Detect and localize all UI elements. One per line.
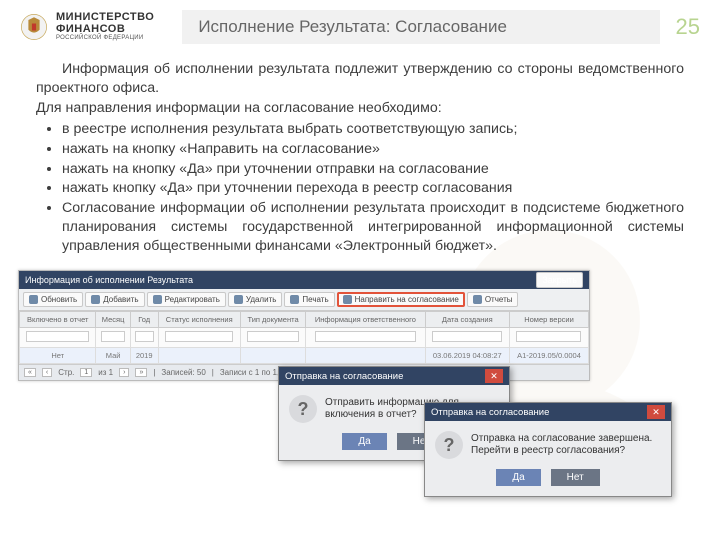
table-row[interactable]: Нет Май 2019 03.06.2019 04:08:27 А1-2019… [20, 348, 589, 364]
question-icon: ? [435, 431, 463, 459]
pager-label: Стр. [58, 368, 74, 377]
filter-input[interactable] [432, 331, 502, 342]
bullet-item: Согласование информации об исполнении ре… [62, 199, 684, 255]
paragraph-2: Для направления информации на согласован… [36, 99, 684, 118]
send-approval-button[interactable]: Направить на согласование [337, 292, 465, 307]
dialog-titlebar: Отправка на согласование ✕ [279, 367, 509, 385]
app-title-text: Информация об исполнении Результата [25, 275, 193, 285]
screenshot-block: Информация об исполнении Результата Закр… [18, 270, 702, 480]
pager-prev-button[interactable]: ‹ [42, 368, 52, 377]
filter-input[interactable] [135, 331, 154, 342]
dialog-send-done: Отправка на согласование ✕ ? Отправка на… [424, 402, 672, 497]
delete-button[interactable]: Удалить [228, 292, 283, 307]
col-header[interactable]: Статус исполнения [158, 312, 240, 328]
refresh-icon [29, 295, 38, 304]
filter-input[interactable] [101, 331, 126, 342]
app-window: Информация об исполнении Результата Закр… [18, 270, 590, 381]
records-per-page[interactable]: Записей: 50 [161, 368, 205, 377]
app-titlebar: Информация об исполнении Результата Закр… [19, 271, 589, 289]
col-header[interactable]: Номер версии [509, 312, 588, 328]
pencil-icon [153, 295, 162, 304]
filter-input[interactable] [165, 331, 233, 342]
col-header[interactable]: Включено в отчет [20, 312, 96, 328]
body-text: Информация об исполнении результата подл… [0, 50, 720, 262]
yes-button[interactable]: Да [342, 433, 386, 450]
yes-button[interactable]: Да [496, 469, 540, 486]
add-button[interactable]: Добавить [85, 292, 144, 307]
pager-next-button[interactable]: › [119, 368, 129, 377]
close-icon[interactable]: ✕ [647, 405, 665, 419]
bullet-item: нажать на кнопку «Да» при уточнении отпр… [62, 160, 684, 179]
slide-title: Исполнение Результата: Согласование [198, 17, 507, 37]
dialog-titlebar: Отправка на согласование ✕ [425, 403, 671, 421]
bullet-item: в реестре исполнения результата выбрать … [62, 120, 684, 139]
header: МИНИСТЕРСТВО ФИНАНСОВ РОССИЙСКОЙ ФЕДЕРАЦ… [0, 0, 720, 50]
filter-input[interactable] [26, 331, 89, 342]
toolbar: Обновить Добавить Редактировать Удалить … [19, 289, 589, 311]
edit-button[interactable]: Редактировать [147, 292, 226, 307]
arrow-right-icon [343, 295, 352, 304]
trash-icon [234, 295, 243, 304]
grid: Включено в отчет Месяц Год Статус исполн… [19, 311, 589, 364]
col-header[interactable]: Месяц [96, 312, 130, 328]
report-icon [473, 295, 482, 304]
print-icon [290, 295, 299, 304]
pager-first-button[interactable]: « [24, 368, 36, 377]
reports-button[interactable]: Отчеты [467, 292, 519, 307]
title-bar: Исполнение Результата: Согласование [182, 10, 659, 44]
col-header[interactable]: Информация ответственного [306, 312, 425, 328]
close-button[interactable]: Закрыть [536, 272, 583, 288]
ministry-line2: ФИНАНСОВ [56, 24, 154, 36]
page-number-field[interactable]: 1 [80, 368, 92, 377]
print-button[interactable]: Печать [284, 292, 334, 307]
ministry-logo-block: МИНИСТЕРСТВО ФИНАНСОВ РОССИЙСКОЙ ФЕДЕРАЦ… [20, 12, 154, 41]
paragraph-1: Информация об исполнении результата подл… [36, 60, 684, 97]
col-header[interactable]: Год [130, 312, 158, 328]
pager-last-button[interactable]: » [135, 368, 147, 377]
grid-header-row: Включено в отчет Месяц Год Статус исполн… [20, 312, 589, 328]
ministry-line3: РОССИЙСКОЙ ФЕДЕРАЦИИ [56, 35, 154, 41]
filter-input[interactable] [315, 331, 416, 342]
question-icon: ? [289, 395, 317, 423]
plus-icon [91, 295, 100, 304]
grid-filter-row [20, 328, 589, 348]
page-number: 25 [676, 14, 700, 40]
refresh-button[interactable]: Обновить [23, 292, 83, 307]
pager-of: из 1 [98, 368, 113, 377]
dialog-text: Отправка на согласование завершена. Пере… [471, 433, 661, 458]
close-icon[interactable]: ✕ [485, 369, 503, 383]
russia-emblem-icon [20, 13, 48, 41]
bullet-item: нажать на кнопку «Направить на согласова… [62, 140, 684, 159]
bullet-item: нажать кнопку «Да» при уточнении переход… [62, 179, 684, 198]
bullet-list: в реестре исполнения результата выбрать … [36, 120, 684, 255]
filter-input[interactable] [516, 331, 581, 342]
no-button[interactable]: Нет [551, 469, 600, 486]
col-header[interactable]: Тип документа [240, 312, 305, 328]
filter-input[interactable] [247, 331, 300, 342]
col-header[interactable]: Дата создания [425, 312, 509, 328]
